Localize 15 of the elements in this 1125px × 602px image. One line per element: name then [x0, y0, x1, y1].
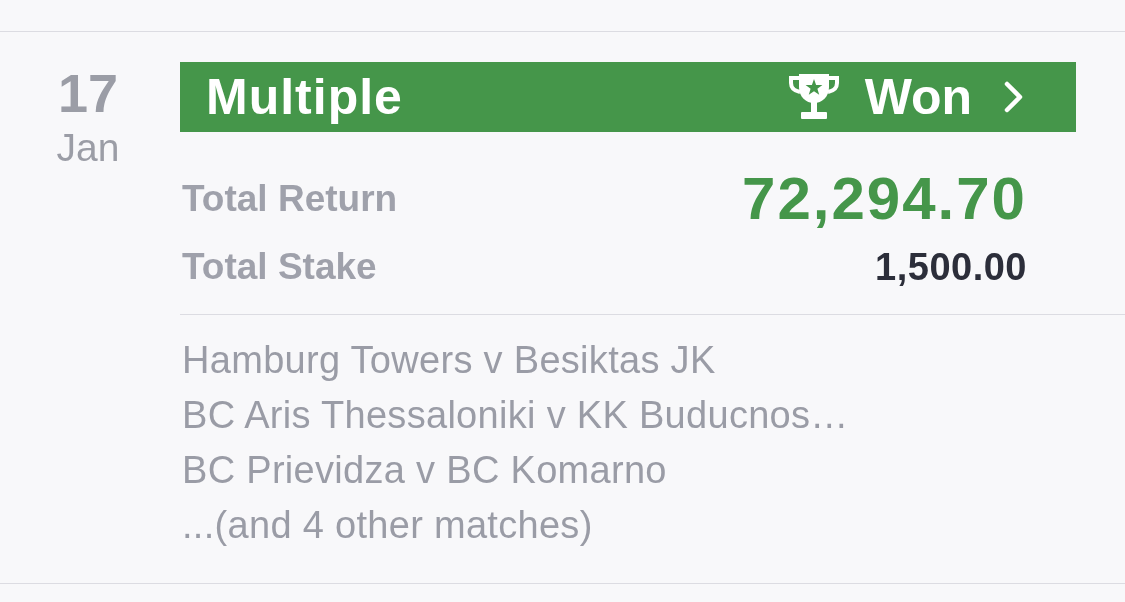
total-amount: 72,294.70 [742, 166, 1027, 232]
bet-status-label: Won [864, 69, 972, 125]
total-label: Total Return [182, 177, 398, 221]
trophy-icon [786, 73, 841, 121]
match-line: BC Aris Thessaloniki v KK Buducnos… [182, 393, 850, 438]
date-day: 17 [57, 66, 119, 120]
total-amount: 1,500.00 [875, 245, 1027, 289]
match-line: BC Prievidza v BC Komarno [182, 448, 668, 493]
match-line: Hamburg Towers v Besiktas JK [182, 338, 717, 383]
match-line: ...(and 4 other matches) [182, 503, 594, 548]
bet-header-bar[interactable]: Multiple Won [180, 62, 1076, 132]
date-month: Jan [56, 126, 120, 170]
chevron-right-icon [1004, 81, 1024, 113]
total-label: Total Stake [182, 245, 377, 289]
bet-type-title: Multiple [206, 69, 403, 125]
